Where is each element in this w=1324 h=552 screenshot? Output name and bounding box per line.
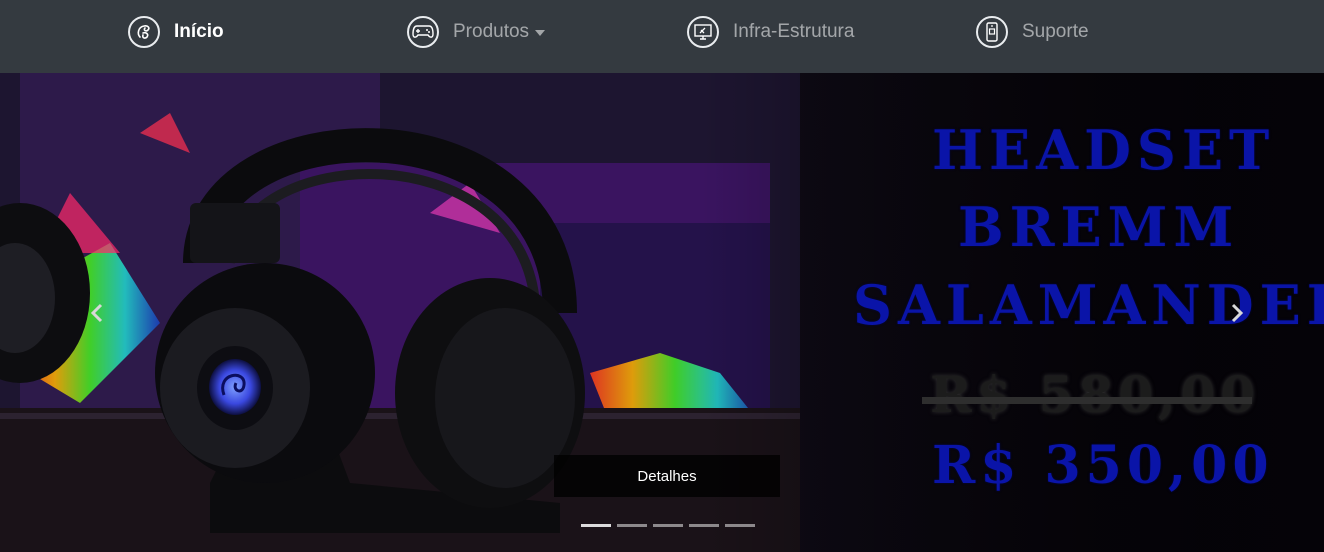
details-button[interactable]: Detalhes (554, 455, 780, 497)
carousel-indicator[interactable] (725, 524, 755, 527)
carousel-prev-button[interactable] (86, 295, 108, 331)
nav-label: Suporte (1022, 21, 1089, 42)
chevron-down-icon (535, 30, 546, 36)
nav-item-infra-estrutura[interactable]: Infra-Estrutura (687, 14, 854, 50)
carousel-next-button[interactable] (1226, 295, 1248, 331)
nav-item-inicio[interactable]: Início (128, 14, 224, 50)
nav-label: Infra-Estrutura (733, 21, 855, 42)
carousel-indicator[interactable] (581, 524, 611, 527)
chevron-right-icon (1231, 303, 1244, 323)
promo-title-line-1: HEADSET (932, 118, 1276, 182)
gamepad-icon (407, 16, 439, 48)
product-carousel: HEADSET BREMM SALAMANDER R$ 580,00 R$ 35… (0, 73, 1324, 552)
carousel-indicator[interactable] (617, 524, 647, 527)
phone-support-icon (976, 16, 1008, 48)
top-navbar: Início Produtos Infra-Estrutura Suporte (0, 0, 1324, 73)
nav-item-produtos[interactable]: Produtos (407, 14, 546, 50)
carousel-indicator[interactable] (689, 524, 719, 527)
nav-item-suporte[interactable]: Suporte (976, 14, 1089, 50)
nav-label: Produtos (453, 21, 530, 42)
monitor-tools-icon (687, 16, 719, 48)
brand-logo-icon (128, 16, 160, 48)
promo-title-line-2: BREMM (958, 195, 1240, 259)
carousel-indicator[interactable] (653, 524, 683, 527)
new-price: R$ 350,00 (932, 435, 1274, 496)
carousel-indicators (581, 524, 755, 527)
promo-title-line-3: SALAMANDER (853, 273, 1324, 337)
price-strikethrough (922, 397, 1252, 404)
chevron-left-icon (90, 303, 103, 323)
old-price: R$ 580,00 (930, 365, 1261, 424)
nav-label: Início (174, 21, 224, 42)
